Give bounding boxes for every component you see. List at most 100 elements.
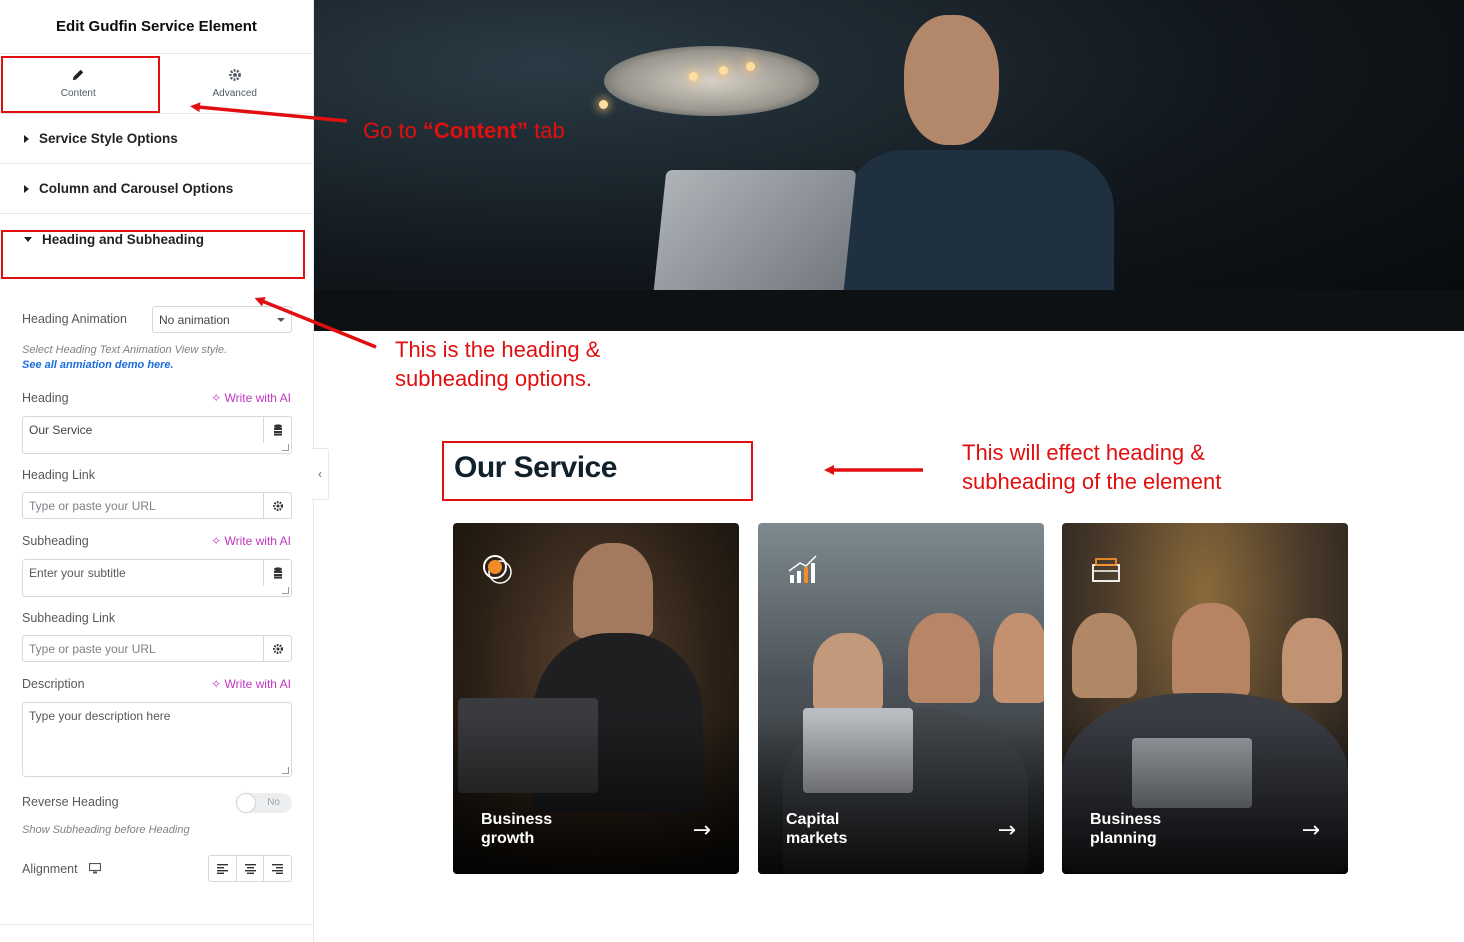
service-card-business-growth[interactable]: Business growth →	[453, 523, 739, 874]
description-write-ai-link[interactable]: ✧ Write with AI	[211, 677, 291, 691]
animation-demo-link[interactable]: See all anmiation demo here.	[22, 359, 174, 371]
section-column-carousel[interactable]: Column and Carousel Options	[0, 164, 313, 214]
sparkle-icon: ✧	[211, 391, 225, 405]
description-label: Description	[22, 677, 85, 691]
align-right-button[interactable]	[264, 856, 291, 881]
reverse-heading-toggle[interactable]: No	[236, 793, 292, 813]
hero-light	[599, 100, 608, 109]
heading-link-label: Heading Link	[22, 468, 95, 482]
description-placeholder: Type your description here	[29, 709, 171, 723]
annotation-highlight-content-tab	[1, 56, 160, 113]
service-card-capital-markets[interactable]: Capital markets →	[758, 523, 1044, 874]
card-shade	[758, 714, 1044, 874]
gear-icon	[272, 643, 283, 654]
resize-handle[interactable]	[282, 767, 289, 774]
card-shade	[1062, 714, 1348, 874]
heading-animation-value: No animation	[159, 312, 230, 327]
gear-icon	[228, 69, 241, 81]
editor-panel: Edit Gudfin Service Element Content Adva…	[0, 0, 314, 942]
card-title: Business growth	[481, 810, 601, 848]
align-left-icon	[216, 863, 228, 874]
caret-right-icon	[24, 184, 29, 193]
link-settings-button[interactable]	[263, 636, 291, 661]
hero-person-head	[904, 15, 999, 145]
panel-divider	[0, 924, 314, 925]
annotation-text: subheading options.	[395, 366, 592, 391]
annotation-options-text: This is the heading & subheading options.	[395, 335, 600, 393]
tab-advanced-label: Advanced	[212, 88, 257, 99]
heading-input-value: Our Service	[29, 423, 93, 437]
subheading-link-label: Subheading Link	[22, 611, 116, 625]
heading-link-input[interactable]: Type or paste your URL	[22, 492, 292, 519]
dynamic-tags-button[interactable]	[263, 417, 291, 443]
align-center-icon	[244, 863, 256, 874]
section-service-style[interactable]: Service Style Options	[0, 114, 313, 164]
coins-icon	[483, 555, 512, 584]
arrow-right-icon[interactable]: →	[693, 818, 711, 843]
subheading-placeholder: Enter your subtitle	[29, 566, 126, 580]
annotation-content-tab-text: Go to “Content” tab	[363, 116, 565, 145]
arrow-right-icon[interactable]: →	[1302, 818, 1320, 843]
annotation-text: Go to	[363, 118, 423, 143]
link-settings-button[interactable]	[263, 493, 291, 518]
card-title-line: markets	[786, 830, 848, 847]
section-label: Column and Carousel Options	[39, 181, 234, 196]
card-title: Business planning	[1090, 810, 1210, 848]
database-icon	[273, 424, 282, 436]
annotation-text: tab	[528, 118, 565, 143]
card-photo-head	[1172, 603, 1250, 698]
resize-handle[interactable]	[282, 444, 289, 451]
section-label: Service Style Options	[39, 131, 178, 146]
annotation-highlight-heading-section	[1, 230, 305, 279]
annotation-text: This is the heading &	[395, 337, 601, 362]
gear-icon	[272, 500, 283, 511]
subheading-link-input[interactable]: Type or paste your URL	[22, 635, 292, 662]
subheading-write-ai-link[interactable]: ✧ Write with AI	[211, 534, 291, 548]
annotation-text-strong: “Content”	[422, 118, 529, 143]
card-title-line: Business	[481, 811, 553, 828]
chart-growth-icon	[788, 555, 817, 583]
alignment-label: Alignment	[22, 862, 102, 876]
tab-advanced[interactable]: Advanced	[157, 54, 314, 113]
alignment-control	[208, 855, 292, 882]
write-ai-label: Write with AI	[224, 677, 291, 691]
hero-light	[689, 72, 698, 81]
annotation-text: subheading of the element	[962, 469, 1222, 494]
align-left-button[interactable]	[209, 856, 237, 881]
subheading-label: Subheading	[22, 534, 89, 548]
align-right-icon	[272, 863, 284, 874]
database-icon	[273, 567, 282, 579]
sparkle-icon: ✧	[211, 534, 225, 548]
chevron-left-icon: ‹	[318, 467, 322, 481]
write-ai-label: Write with AI	[224, 391, 291, 405]
heading-label: Heading	[22, 391, 69, 405]
heading-animation-select[interactable]: No animation	[152, 306, 292, 333]
heading-animation-hint: Select Heading Text Animation View style…	[22, 344, 228, 356]
description-textarea[interactable]: Type your description here	[22, 702, 292, 777]
card-title-line: growth	[481, 830, 535, 847]
card-title-line: planning	[1090, 830, 1157, 847]
card-photo-head	[993, 613, 1044, 703]
toggle-knob	[237, 794, 255, 812]
heading-input[interactable]: Our Service	[22, 416, 292, 454]
heading-write-ai-link[interactable]: ✧ Write with AI	[211, 391, 291, 405]
collapse-panel-button[interactable]: ‹	[312, 448, 329, 500]
card-photo-head	[1072, 613, 1137, 698]
alignment-label-text: Alignment	[22, 862, 78, 876]
align-center-button[interactable]	[237, 856, 265, 881]
desktop-icon[interactable]	[88, 862, 102, 874]
subheading-input[interactable]: Enter your subtitle	[22, 559, 292, 597]
service-card-business-planning[interactable]: Business planning →	[1062, 523, 1348, 874]
sparkle-icon: ✧	[211, 677, 225, 691]
hero-lamp	[604, 46, 819, 116]
card-photo-head	[908, 613, 980, 703]
annotation-text: This will effect heading &	[962, 440, 1205, 465]
arrow-right-icon[interactable]: →	[998, 818, 1016, 843]
reverse-heading-label: Reverse Heading	[22, 795, 119, 809]
hero-light	[719, 66, 728, 75]
panel-title: Edit Gudfin Service Element	[0, 0, 313, 54]
dynamic-tags-button[interactable]	[263, 560, 291, 586]
heading-animation-label: Heading Animation	[22, 312, 127, 326]
resize-handle[interactable]	[282, 587, 289, 594]
card-title: Capital markets	[786, 810, 906, 848]
